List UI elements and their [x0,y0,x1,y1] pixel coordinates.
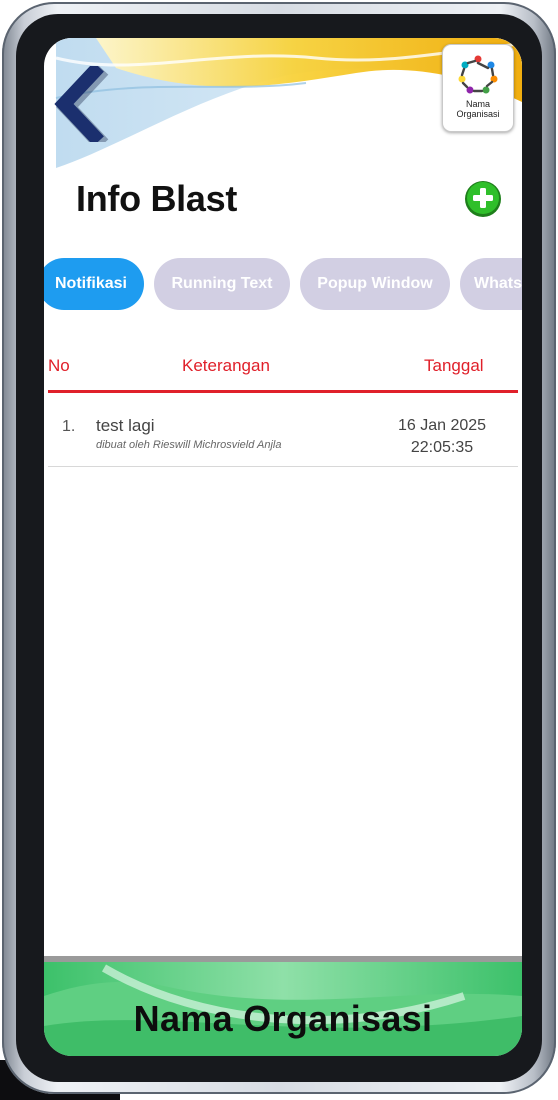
column-header-keterangan: Keterangan [182,356,270,375]
organization-logo: Nama Organisasi [442,44,514,132]
chevron-left-icon [54,62,109,151]
column-header-tanggal: Tanggal [424,356,484,375]
row-divider [48,466,518,467]
header-divider [48,390,518,393]
logo-caption: Nama Organisasi [443,99,513,119]
back-button[interactable] [50,62,110,151]
table-row[interactable]: 1. test lagi dibuat oleh Rieswill Michro… [48,412,518,464]
footer-banner: Nama Organisasi [44,956,522,1056]
tab-whatsapp[interactable]: Whatsapp [460,258,522,310]
tab-notifikasi[interactable]: Notifikasi [44,258,144,310]
people-circle-logo-icon [458,55,498,94]
row-date: 16 Jan 2025 [397,417,487,434]
app-screen: Nama Organisasi Info Blast Notifikasi Ru… [44,38,522,1056]
tab-popup-window[interactable]: Popup Window [300,258,450,310]
column-header-no: No [48,356,70,375]
page-title: Info Blast [76,178,238,219]
row-author: dibuat oleh Rieswill Michrosvield Anjla [96,439,282,451]
tab-bar: Notifikasi Running Text Popup Window Wha… [44,258,522,310]
plus-circle-icon [465,181,501,217]
add-button[interactable] [464,180,502,218]
tab-running-text[interactable]: Running Text [154,258,290,310]
footer-title: Nama Organisasi [133,998,433,1039]
row-datetime: 16 Jan 2025 22:05:35 [372,415,512,459]
logo-caption-line2: Organisasi [456,109,500,119]
row-number: 1. [62,418,76,435]
logo-caption-line1: Nama [465,99,490,109]
row-time: 22:05:35 [410,439,474,456]
row-title: test lagi [96,416,155,435]
